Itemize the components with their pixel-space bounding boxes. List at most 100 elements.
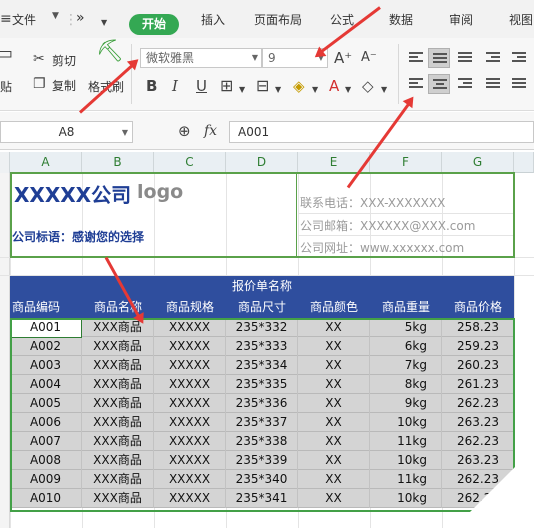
cell-spec[interactable]: XXXXX [154, 489, 226, 508]
align-left-button[interactable] [405, 74, 427, 94]
decrease-indent-button[interactable] [482, 48, 504, 68]
cell-weight[interactable]: 11kg [370, 432, 442, 451]
column-header-c[interactable]: C [154, 152, 226, 173]
cell-weight[interactable]: 5kg [370, 318, 442, 337]
column-header-a[interactable]: A [10, 152, 82, 173]
cell-size[interactable]: 235*334 [226, 356, 298, 375]
column-header-g[interactable]: G [442, 152, 514, 173]
clear-format-icon[interactable]: ◇ [362, 78, 374, 94]
tab-home[interactable]: 开始 [129, 14, 179, 35]
cell-code[interactable]: A007 [10, 432, 82, 451]
table-row[interactable]: A009 XXX商品 XXXXX 235*340 XX 11kg 262.23 [10, 470, 514, 489]
distributed-button[interactable] [508, 74, 530, 94]
align-center-button[interactable] [428, 74, 450, 94]
cell-size[interactable]: 235*336 [226, 394, 298, 413]
cell-code[interactable]: A002 [10, 337, 82, 356]
cell-price[interactable]: 258.23 [442, 318, 514, 337]
cell-code[interactable]: A010 [10, 489, 82, 508]
column-header-f[interactable]: F [370, 152, 442, 173]
cell-name[interactable]: XXX商品 [82, 356, 154, 375]
cell-name[interactable]: XXX商品 [82, 451, 154, 470]
dropdown-arrow-icon[interactable]: ▼ [101, 15, 107, 31]
chevron-down-icon[interactable]: ▼ [345, 82, 351, 98]
italic-icon[interactable]: I [172, 78, 178, 94]
cell-spec[interactable]: XXXXX [154, 318, 226, 337]
cell-spec[interactable]: XXXXX [154, 337, 226, 356]
cell-price[interactable]: 263.23 [442, 413, 514, 432]
menu-icon[interactable]: ≡ [0, 11, 12, 27]
fx-icon[interactable]: fx [204, 123, 217, 139]
font-name-select[interactable]: 微软雅黑 ▼ [140, 48, 262, 68]
tab-page-layout[interactable]: 页面布局 [254, 11, 302, 28]
tab-review[interactable]: 审阅 [449, 11, 473, 28]
cell-weight[interactable]: 10kg [370, 413, 442, 432]
column-header-d[interactable]: D [226, 152, 298, 173]
justify-button[interactable] [482, 74, 504, 94]
cell-price[interactable]: 262.23 [442, 394, 514, 413]
cell-name[interactable]: XXX商品 [82, 394, 154, 413]
cell-weight[interactable]: 7kg [370, 356, 442, 375]
table-row[interactable]: A004 XXX商品 XXXXX 235*335 XX 8kg 261.23 [10, 375, 514, 394]
table-row[interactable]: A005 XXX商品 XXXXX 235*336 XX 9kg 262.23 [10, 394, 514, 413]
cell-color[interactable]: XX [298, 470, 370, 489]
format-painter-icon[interactable]: ⛏ [96, 41, 124, 63]
bold-icon[interactable]: B [146, 78, 157, 94]
cell-color[interactable]: XX [298, 432, 370, 451]
cell-size[interactable]: 235*341 [226, 489, 298, 508]
chevron-down-icon[interactable]: ▼ [239, 82, 245, 98]
cell-code[interactable]: A006 [10, 413, 82, 432]
chevron-down-icon[interactable]: ▼ [275, 82, 281, 98]
copy-icon[interactable]: ❐ [33, 76, 46, 92]
table-row[interactable]: A007 XXX商品 XXXXX 235*338 XX 11kg 262.23 [10, 432, 514, 451]
cell-color[interactable]: XX [298, 394, 370, 413]
cell-code[interactable]: A008 [10, 451, 82, 470]
cell-size[interactable]: 235*338 [226, 432, 298, 451]
table-row[interactable]: A008 XXX商品 XXXXX 235*339 XX 10kg 263.23 [10, 451, 514, 470]
cell-weight[interactable]: 6kg [370, 337, 442, 356]
copy-button[interactable]: 复制 [52, 77, 76, 94]
cell-size[interactable]: 235*333 [226, 337, 298, 356]
cell-spec[interactable]: XXXXX [154, 470, 226, 489]
shrink-font-icon[interactable]: A⁻ [361, 50, 377, 66]
align-middle-button[interactable] [428, 48, 450, 68]
column-header-b[interactable]: B [82, 152, 154, 173]
table-row[interactable]: A006 XXX商品 XXXXX 235*337 XX 10kg 263.23 [10, 413, 514, 432]
merge-cells-icon[interactable]: ⊟ [256, 78, 269, 94]
cell-code[interactable]: A005 [10, 394, 82, 413]
underline-icon[interactable]: U [196, 78, 207, 94]
cell-size[interactable]: 235*339 [226, 451, 298, 470]
cell-size[interactable]: 235*340 [226, 470, 298, 489]
cell-weight[interactable]: 11kg [370, 470, 442, 489]
cell-color[interactable]: XX [298, 337, 370, 356]
cell-weight[interactable]: 9kg [370, 394, 442, 413]
cell-weight[interactable]: 8kg [370, 375, 442, 394]
borders-icon[interactable]: ⊞ [220, 78, 233, 94]
align-right-button[interactable] [454, 74, 476, 94]
cell-weight[interactable]: 10kg [370, 489, 442, 508]
cell-price[interactable]: 259.23 [442, 337, 514, 356]
cell-code[interactable]: A003 [10, 356, 82, 375]
menu-more[interactable]: » [76, 10, 85, 26]
grow-font-icon[interactable]: A⁺ [334, 50, 352, 66]
cell-color[interactable]: XX [298, 375, 370, 394]
tab-insert[interactable]: 插入 [201, 11, 225, 28]
cell-color[interactable]: XX [298, 489, 370, 508]
paste-icon[interactable]: ▭ [0, 45, 13, 63]
cut-icon[interactable]: ✂ [33, 51, 45, 67]
cell-name[interactable]: XXX商品 [82, 413, 154, 432]
cell-price[interactable]: 260.23 [442, 356, 514, 375]
name-box[interactable]: A8 ▼ [0, 121, 133, 143]
tab-data[interactable]: 数据 [389, 11, 413, 28]
cell-code[interactable]: A004 [10, 375, 82, 394]
cell-color[interactable]: XX [298, 413, 370, 432]
cell-name[interactable]: XXX商品 [82, 470, 154, 489]
align-top-button[interactable] [405, 48, 427, 68]
chevron-down-icon[interactable]: ▼ [381, 82, 387, 98]
table-row[interactable]: A010 XXX商品 XXXXX 235*341 XX 10kg 262.23 [10, 489, 514, 508]
cell-color[interactable]: XX [298, 318, 370, 337]
cell-color[interactable]: XX [298, 356, 370, 375]
cell-size[interactable]: 235*332 [226, 318, 298, 337]
cut-button[interactable]: 剪切 [52, 52, 76, 69]
column-header-h[interactable] [514, 152, 534, 173]
cell-spec[interactable]: XXXXX [154, 432, 226, 451]
